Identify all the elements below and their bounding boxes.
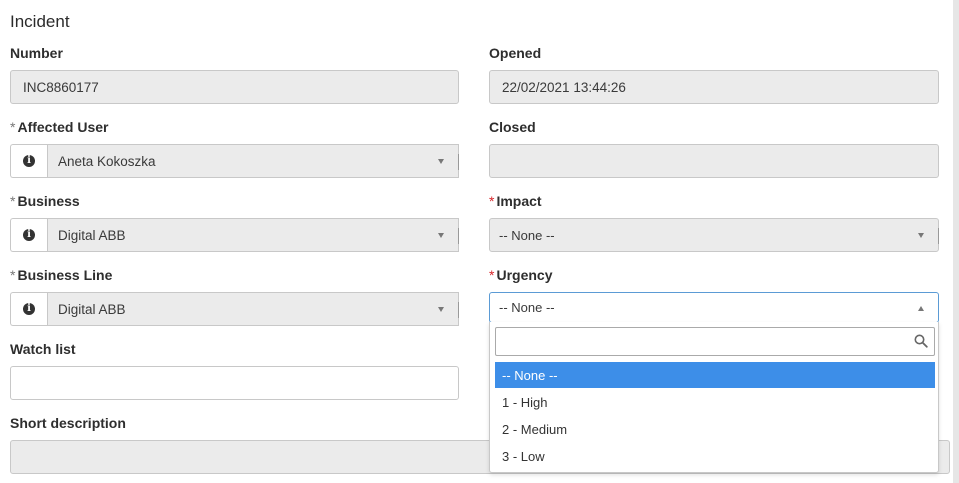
urgency-dropdown: -- None -- 1 - High 2 - Medium 3 - Low <box>489 322 939 473</box>
urgency-option-low[interactable]: 3 - Low <box>495 443 935 469</box>
watch-list-field[interactable] <box>10 366 459 400</box>
short-description-label: Short description <box>10 415 126 431</box>
urgency-select[interactable]: -- None -- <box>489 292 939 323</box>
affected-user-label: * Affected User <box>10 119 108 135</box>
business-line-label-text: Business Line <box>17 267 113 283</box>
number-value: INC8860177 <box>23 79 99 95</box>
impact-label: * Impact <box>489 193 542 209</box>
closed-label-text: Closed <box>489 119 536 135</box>
urgency-option-medium[interactable]: 2 - Medium <box>495 416 935 442</box>
business-label: * Business <box>10 193 80 209</box>
info-icon: i <box>23 303 35 315</box>
chevron-down-icon <box>438 307 444 312</box>
affected-user-select[interactable]: Aneta Kokoszka <box>47 144 459 178</box>
affected-user-label-text: Affected User <box>17 119 109 135</box>
opened-value: 22/02/2021 13:44:26 <box>502 79 626 95</box>
number-label-text: Number <box>10 45 63 61</box>
urgency-search-input[interactable] <box>495 327 935 356</box>
required-mark: * <box>10 267 16 283</box>
info-icon: i <box>23 155 35 167</box>
business-value: Digital ABB <box>58 227 126 243</box>
field-divider <box>458 228 459 244</box>
urgency-label-text: Urgency <box>496 267 553 283</box>
urgency-option-none[interactable]: -- None -- <box>495 362 935 388</box>
business-label-text: Business <box>17 193 80 209</box>
info-icon: i <box>23 229 35 241</box>
impact-select[interactable]: -- None -- <box>489 218 939 252</box>
affected-user-info-button[interactable]: i <box>10 144 47 178</box>
business-reference: i Digital ABB <box>10 218 459 252</box>
closed-label: Closed <box>489 119 536 135</box>
required-mark: * <box>10 119 16 135</box>
field-divider <box>458 154 459 170</box>
required-mark: * <box>10 193 16 209</box>
impact-label-text: Impact <box>496 193 542 209</box>
watch-list-label: Watch list <box>10 341 76 357</box>
business-line-select[interactable]: Digital ABB <box>47 292 459 326</box>
business-select[interactable]: Digital ABB <box>47 218 459 252</box>
required-mark: * <box>489 267 495 283</box>
business-line-reference: i Digital ABB <box>10 292 459 326</box>
urgency-option-high[interactable]: 1 - High <box>495 389 935 415</box>
urgency-value: -- None -- <box>499 300 555 315</box>
required-mark: * <box>489 193 495 209</box>
opened-label: Opened <box>489 45 541 61</box>
opened-field[interactable]: 22/02/2021 13:44:26 <box>489 70 939 104</box>
short-description-label-text: Short description <box>10 415 126 431</box>
watch-list-label-text: Watch list <box>10 341 76 357</box>
urgency-label: * Urgency <box>489 267 552 283</box>
affected-user-value: Aneta Kokoszka <box>58 153 156 169</box>
search-icon <box>914 334 928 348</box>
page-scrollbar-track <box>953 0 959 483</box>
business-line-label: * Business Line <box>10 267 112 283</box>
business-line-info-button[interactable]: i <box>10 292 47 326</box>
business-line-value: Digital ABB <box>58 301 126 317</box>
chevron-up-icon <box>918 306 924 311</box>
chevron-down-icon <box>918 233 924 238</box>
section-title: Incident <box>10 12 70 31</box>
chevron-down-icon <box>438 233 444 238</box>
number-field[interactable]: INC8860177 <box>10 70 459 104</box>
business-info-button[interactable]: i <box>10 218 47 252</box>
opened-label-text: Opened <box>489 45 542 61</box>
closed-field[interactable] <box>489 144 939 178</box>
field-divider <box>938 228 939 244</box>
impact-value: -- None -- <box>499 227 555 243</box>
affected-user-reference: i Aneta Kokoszka <box>10 144 459 178</box>
field-divider <box>458 302 459 318</box>
number-label: Number <box>10 45 63 61</box>
chevron-down-icon <box>438 159 444 164</box>
